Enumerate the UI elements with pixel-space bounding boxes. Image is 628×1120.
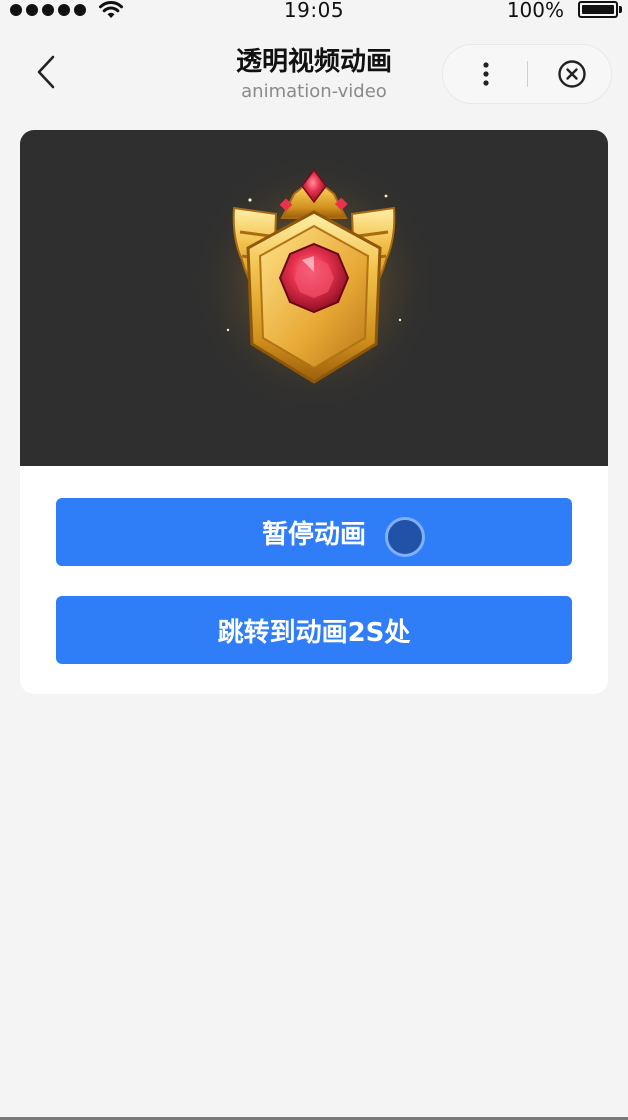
mini-program-capsule — [442, 44, 612, 104]
pause-animation-button[interactable]: 暂停动画 — [56, 498, 572, 566]
battery-icon — [578, 1, 618, 18]
more-vertical-icon — [483, 62, 489, 86]
transparent-video-player[interactable] — [20, 130, 608, 466]
status-bar: 19:05 100% — [0, 0, 628, 22]
nav-bar: 透明视频动画 animation-video — [0, 40, 628, 108]
battery-tip — [619, 6, 622, 13]
capsule-divider — [527, 61, 528, 87]
touch-indicator — [385, 517, 425, 557]
more-button[interactable] — [461, 45, 511, 103]
seek-to-2s-button[interactable]: 跳转到动画2S处 — [56, 596, 572, 664]
demo-card: 暂停动画 跳转到动画2S处 — [20, 130, 608, 694]
close-button[interactable] — [545, 45, 599, 103]
circle-close-icon — [558, 60, 586, 88]
gold-ruby-badge-image — [190, 160, 438, 420]
battery-percent: 100% — [506, 0, 564, 22]
